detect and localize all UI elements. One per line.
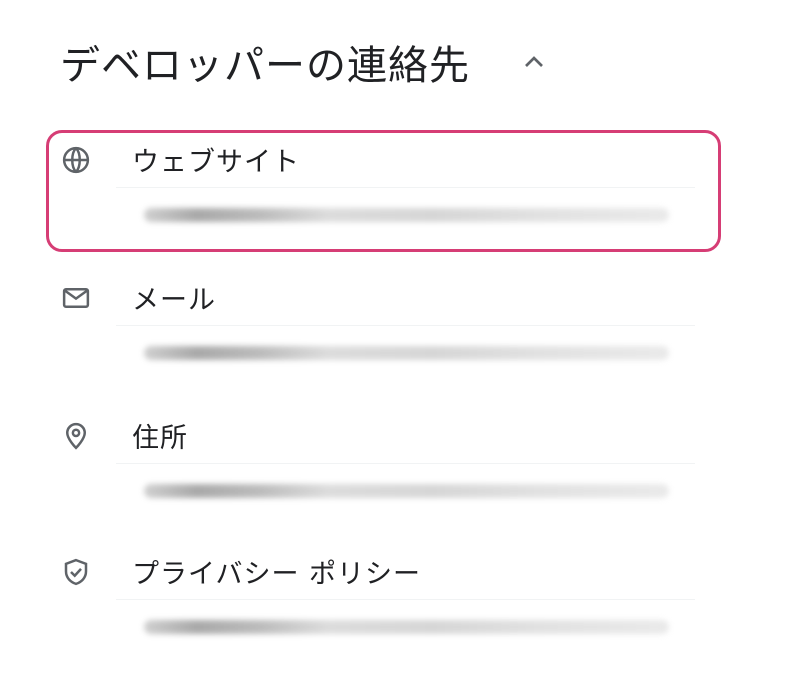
shield-check-icon [60, 556, 92, 588]
globe-icon [60, 144, 92, 176]
contact-address-value[interactable] [144, 484, 669, 498]
chevron-up-icon [525, 56, 543, 67]
contact-privacy-policy-value[interactable] [144, 620, 669, 634]
divider [116, 599, 695, 600]
contact-address-label: 住所 [132, 423, 188, 454]
collapse-button[interactable] [514, 42, 554, 82]
contact-email-value[interactable] [144, 346, 669, 360]
developer-contact-header[interactable]: デベロッパーの連絡先 [60, 30, 554, 94]
contact-address[interactable]: 住所 [50, 406, 721, 526]
location-pin-icon [60, 420, 92, 452]
contact-website-value[interactable] [144, 208, 669, 222]
contact-privacy-policy-label: プライバシー ポリシー [132, 559, 422, 590]
mail-icon [60, 282, 92, 314]
contact-email[interactable]: メール [50, 268, 721, 388]
divider [116, 325, 695, 326]
contact-privacy-policy[interactable]: プライバシー ポリシー [50, 542, 721, 662]
page-title: デベロッパーの連絡先 [60, 43, 470, 89]
divider [116, 463, 695, 464]
contact-website-label: ウェブサイト [132, 147, 300, 178]
contact-email-label: メール [132, 285, 216, 316]
divider [116, 187, 695, 188]
contact-website[interactable]: ウェブサイト [46, 130, 721, 252]
